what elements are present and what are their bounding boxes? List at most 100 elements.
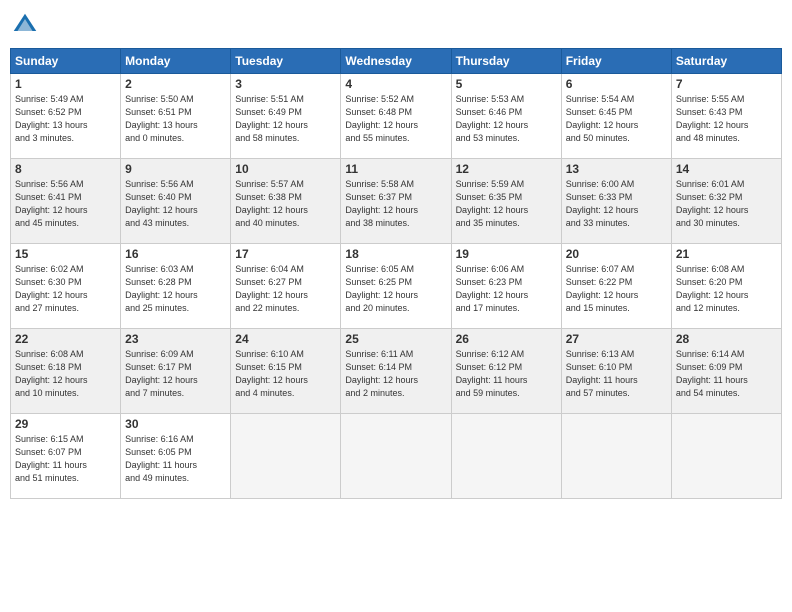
calendar-cell: 10 Sunrise: 5:57 AM Sunset: 6:38 PM Dayli… [231, 159, 341, 244]
calendar-week-4: 22 Sunrise: 6:08 AM Sunset: 6:18 PM Dayli… [11, 329, 782, 414]
calendar-cell: 28 Sunrise: 6:14 AM Sunset: 6:09 PM Dayli… [671, 329, 781, 414]
calendar-cell: 30 Sunrise: 6:16 AM Sunset: 6:05 PM Dayli… [121, 414, 231, 499]
calendar-table: SundayMondayTuesdayWednesdayThursdayFrid… [10, 48, 782, 499]
day-number: 9 [125, 162, 226, 176]
day-number: 4 [345, 77, 446, 91]
logo-icon [10, 10, 40, 40]
calendar-cell: 2 Sunrise: 5:50 AM Sunset: 6:51 PM Daylig… [121, 74, 231, 159]
day-number: 3 [235, 77, 336, 91]
weekday-header-tuesday: Tuesday [231, 49, 341, 74]
day-number: 27 [566, 332, 667, 346]
day-number: 18 [345, 247, 446, 261]
day-info: Sunrise: 6:16 AM Sunset: 6:05 PM Dayligh… [125, 433, 226, 485]
weekday-header-thursday: Thursday [451, 49, 561, 74]
day-number: 16 [125, 247, 226, 261]
calendar-cell: 24Sunrise: 6:10 AM Sunset: 6:15 PM Dayli… [231, 329, 341, 414]
calendar-cell: 17 Sunrise: 6:04 AM Sunset: 6:27 PM Dayli… [231, 244, 341, 329]
day-number: 13 [566, 162, 667, 176]
day-number: 20 [566, 247, 667, 261]
calendar-cell: 12 Sunrise: 5:59 AM Sunset: 6:35 PM Dayli… [451, 159, 561, 244]
day-info: Sunrise: 5:51 AM Sunset: 6:49 PM Dayligh… [235, 93, 336, 145]
day-info: Sunrise: 6:13 AM Sunset: 6:10 PM Dayligh… [566, 348, 667, 400]
day-info: Sunrise: 5:56 AM Sunset: 6:40 PM Dayligh… [125, 178, 226, 230]
calendar-cell: 8 Sunrise: 5:56 AM Sunset: 6:41 PM Daylig… [11, 159, 121, 244]
weekday-header-saturday: Saturday [671, 49, 781, 74]
day-info: Sunrise: 6:15 AM Sunset: 6:07 PM Dayligh… [15, 433, 116, 485]
calendar-cell: 3 Sunrise: 5:51 AM Sunset: 6:49 PM Daylig… [231, 74, 341, 159]
weekday-header-row: SundayMondayTuesdayWednesdayThursdayFrid… [11, 49, 782, 74]
day-info: Sunrise: 5:59 AM Sunset: 6:35 PM Dayligh… [456, 178, 557, 230]
day-info: Sunrise: 6:05 AM Sunset: 6:25 PM Dayligh… [345, 263, 446, 315]
calendar-cell: 14 Sunrise: 6:01 AM Sunset: 6:32 PM Dayli… [671, 159, 781, 244]
calendar-cell [561, 414, 671, 499]
logo [10, 10, 44, 40]
day-info: Sunrise: 6:01 AM Sunset: 6:32 PM Dayligh… [676, 178, 777, 230]
calendar-cell: 29 Sunrise: 6:15 AM Sunset: 6:07 PM Dayli… [11, 414, 121, 499]
day-number: 19 [456, 247, 557, 261]
calendar-week-2: 8 Sunrise: 5:56 AM Sunset: 6:41 PM Daylig… [11, 159, 782, 244]
calendar-cell: 16Sunrise: 6:03 AM Sunset: 6:28 PM Dayli… [121, 244, 231, 329]
day-info: Sunrise: 6:04 AM Sunset: 6:27 PM Dayligh… [235, 263, 336, 315]
day-number: 23 [125, 332, 226, 346]
day-info: Sunrise: 6:06 AM Sunset: 6:23 PM Dayligh… [456, 263, 557, 315]
day-number: 8 [15, 162, 116, 176]
day-number: 6 [566, 77, 667, 91]
day-number: 12 [456, 162, 557, 176]
page-header [10, 10, 782, 40]
calendar-cell: 4 Sunrise: 5:52 AM Sunset: 6:48 PM Daylig… [341, 74, 451, 159]
calendar-cell: 18 Sunrise: 6:05 AM Sunset: 6:25 PM Dayli… [341, 244, 451, 329]
weekday-header-wednesday: Wednesday [341, 49, 451, 74]
day-number: 14 [676, 162, 777, 176]
day-info: Sunrise: 6:02 AM Sunset: 6:30 PM Dayligh… [15, 263, 116, 315]
calendar-cell: 26 Sunrise: 6:12 AM Sunset: 6:12 PM Dayli… [451, 329, 561, 414]
calendar-cell [671, 414, 781, 499]
day-number: 30 [125, 417, 226, 431]
day-info: Sunrise: 5:54 AM Sunset: 6:45 PM Dayligh… [566, 93, 667, 145]
calendar-cell: 11Sunrise: 5:58 AM Sunset: 6:37 PM Dayli… [341, 159, 451, 244]
calendar-week-1: 1Sunrise: 5:49 AM Sunset: 6:52 PM Daylig… [11, 74, 782, 159]
day-info: Sunrise: 6:08 AM Sunset: 6:20 PM Dayligh… [676, 263, 777, 315]
calendar-cell: 15 Sunrise: 6:02 AM Sunset: 6:30 PM Dayli… [11, 244, 121, 329]
weekday-header-friday: Friday [561, 49, 671, 74]
day-number: 2 [125, 77, 226, 91]
day-number: 22 [15, 332, 116, 346]
day-info: Sunrise: 5:49 AM Sunset: 6:52 PM Dayligh… [15, 93, 116, 145]
weekday-header-sunday: Sunday [11, 49, 121, 74]
day-number: 26 [456, 332, 557, 346]
calendar-cell: 13Sunrise: 6:00 AM Sunset: 6:33 PM Dayli… [561, 159, 671, 244]
day-info: Sunrise: 5:50 AM Sunset: 6:51 PM Dayligh… [125, 93, 226, 145]
calendar-week-3: 15 Sunrise: 6:02 AM Sunset: 6:30 PM Dayli… [11, 244, 782, 329]
day-number: 10 [235, 162, 336, 176]
calendar-cell: 20Sunrise: 6:07 AM Sunset: 6:22 PM Dayli… [561, 244, 671, 329]
day-info: Sunrise: 6:14 AM Sunset: 6:09 PM Dayligh… [676, 348, 777, 400]
day-number: 25 [345, 332, 446, 346]
day-number: 11 [345, 162, 446, 176]
day-info: Sunrise: 5:55 AM Sunset: 6:43 PM Dayligh… [676, 93, 777, 145]
calendar-cell: 25Sunrise: 6:11 AM Sunset: 6:14 PM Dayli… [341, 329, 451, 414]
calendar-cell: 6 Sunrise: 5:54 AM Sunset: 6:45 PM Daylig… [561, 74, 671, 159]
day-number: 24 [235, 332, 336, 346]
day-number: 28 [676, 332, 777, 346]
day-info: Sunrise: 5:56 AM Sunset: 6:41 PM Dayligh… [15, 178, 116, 230]
day-number: 21 [676, 247, 777, 261]
calendar-cell: 21 Sunrise: 6:08 AM Sunset: 6:20 PM Dayli… [671, 244, 781, 329]
day-number: 29 [15, 417, 116, 431]
day-number: 5 [456, 77, 557, 91]
calendar-week-5: 29 Sunrise: 6:15 AM Sunset: 6:07 PM Dayli… [11, 414, 782, 499]
day-number: 17 [235, 247, 336, 261]
day-info: Sunrise: 6:08 AM Sunset: 6:18 PM Dayligh… [15, 348, 116, 400]
calendar-cell: 27 Sunrise: 6:13 AM Sunset: 6:10 PM Dayli… [561, 329, 671, 414]
day-number: 15 [15, 247, 116, 261]
calendar-cell [341, 414, 451, 499]
day-info: Sunrise: 6:12 AM Sunset: 6:12 PM Dayligh… [456, 348, 557, 400]
day-info: Sunrise: 5:53 AM Sunset: 6:46 PM Dayligh… [456, 93, 557, 145]
day-info: Sunrise: 5:52 AM Sunset: 6:48 PM Dayligh… [345, 93, 446, 145]
calendar-cell: 23Sunrise: 6:09 AM Sunset: 6:17 PM Dayli… [121, 329, 231, 414]
calendar-cell: 5 Sunrise: 5:53 AM Sunset: 6:46 PM Daylig… [451, 74, 561, 159]
day-info: Sunrise: 5:57 AM Sunset: 6:38 PM Dayligh… [235, 178, 336, 230]
calendar-cell: 7 Sunrise: 5:55 AM Sunset: 6:43 PM Daylig… [671, 74, 781, 159]
day-number: 7 [676, 77, 777, 91]
calendar-cell [451, 414, 561, 499]
calendar-cell: 1Sunrise: 5:49 AM Sunset: 6:52 PM Daylig… [11, 74, 121, 159]
calendar-cell [231, 414, 341, 499]
